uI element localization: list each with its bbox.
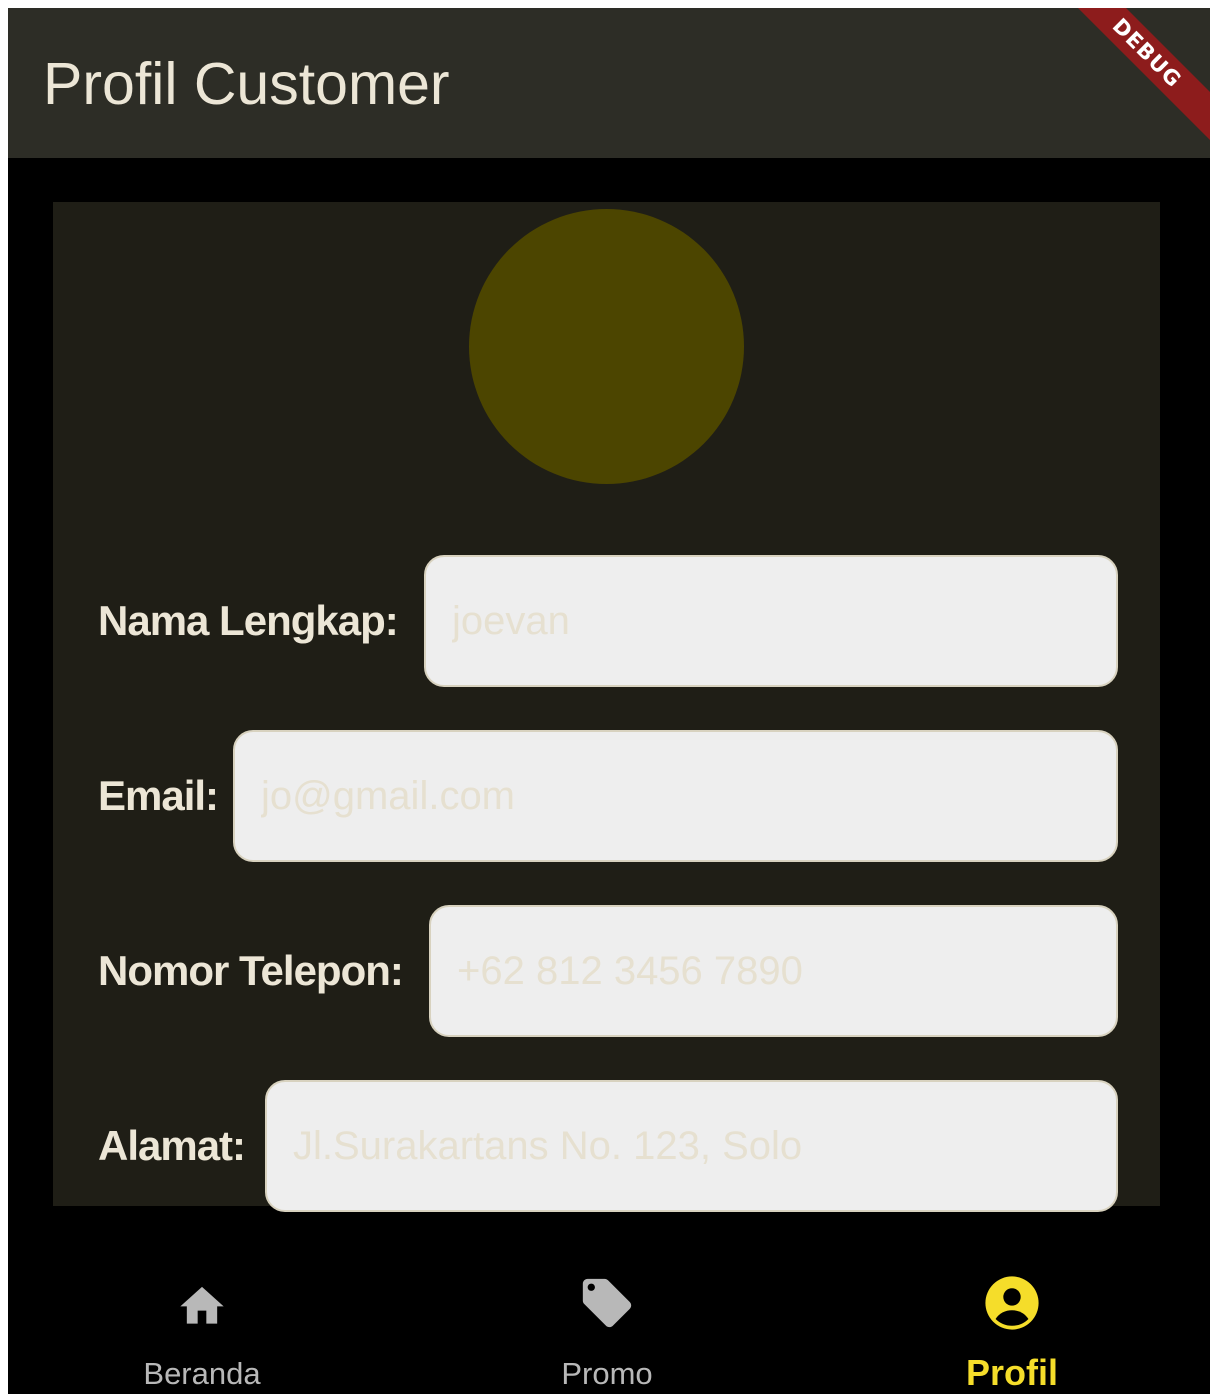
- email-label: Email:: [98, 772, 219, 819]
- nav-item-beranda[interactable]: Beranda: [52, 1248, 352, 1394]
- tag-icon: [582, 1278, 632, 1328]
- phone-row: Nomor Telepon:: [53, 905, 1160, 1037]
- nav-label-promo: Promo: [561, 1356, 653, 1391]
- app-screen: Profil Customer DEBUG Nama Lengkap: Emai…: [8, 8, 1210, 1394]
- email-row: Email:: [53, 730, 1160, 862]
- address-row: Alamat:: [53, 1080, 1160, 1212]
- full-name-row: Nama Lengkap:: [53, 555, 1160, 687]
- profile-card: Nama Lengkap: Email: Nomor Telepon: Alam…: [53, 202, 1160, 1212]
- nav-item-promo[interactable]: Promo: [457, 1248, 757, 1394]
- nav-item-profil[interactable]: Profil: [862, 1248, 1162, 1394]
- email-field[interactable]: [233, 730, 1118, 862]
- page-title: Profil Customer: [43, 51, 450, 117]
- address-label: Alamat:: [98, 1122, 246, 1169]
- full-name-label: Nama Lengkap:: [98, 597, 399, 644]
- account-circle-icon: [985, 1276, 1039, 1330]
- nav-label-beranda: Beranda: [143, 1356, 261, 1391]
- full-name-field[interactable]: [424, 555, 1118, 687]
- nav-label-profil: Profil: [965, 1352, 1058, 1393]
- app-bar: Profil Customer: [8, 8, 1210, 158]
- phone-field[interactable]: [429, 905, 1118, 1037]
- home-icon: [180, 1286, 224, 1324]
- avatar: [469, 209, 744, 484]
- bottom-navigation: Beranda Promo Profil: [8, 1248, 1210, 1394]
- phone-label: Nomor Telepon:: [98, 947, 404, 994]
- address-field[interactable]: [265, 1080, 1118, 1212]
